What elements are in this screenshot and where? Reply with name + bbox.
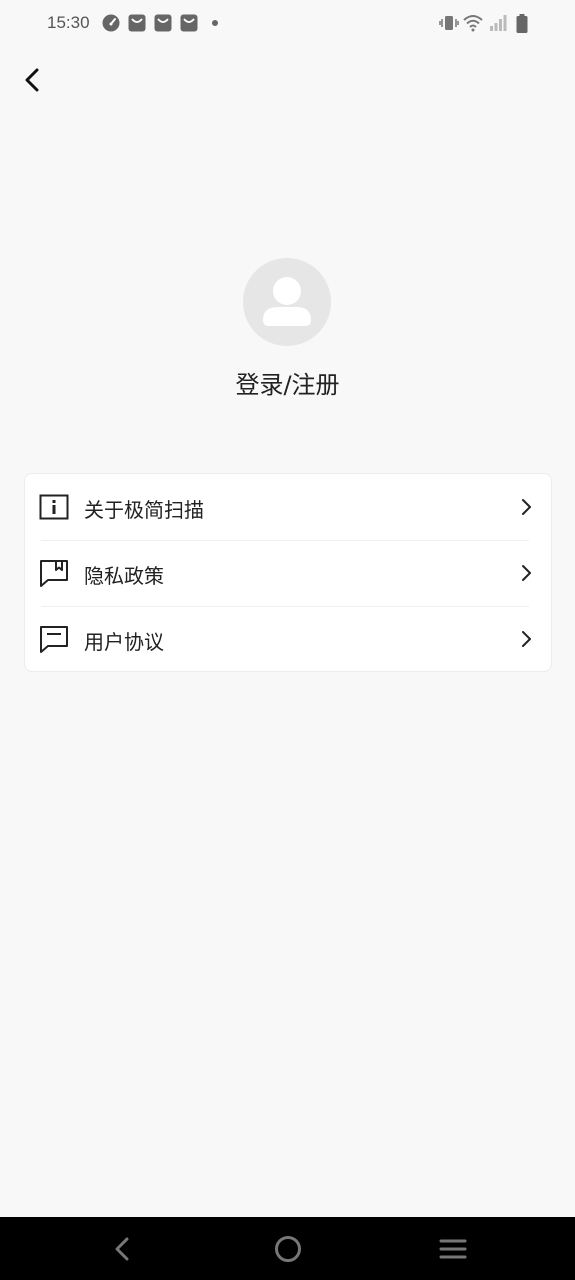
menu-lines-icon [439, 1239, 467, 1259]
vibrate-icon [439, 16, 459, 30]
bag-icon [154, 14, 172, 32]
dot-icon [212, 20, 218, 26]
status-time: 15:30 [47, 13, 90, 32]
speedometer-icon [102, 14, 120, 32]
info-icon [39, 494, 69, 520]
home-circle-icon [275, 1236, 301, 1262]
nav-menu-button[interactable] [435, 1231, 471, 1267]
signal-icon [490, 15, 507, 31]
avatar[interactable] [243, 258, 331, 346]
nav-home-button[interactable] [270, 1231, 306, 1267]
bag-icon [180, 14, 198, 32]
bag-icon [128, 14, 146, 32]
system-nav-bar [0, 1217, 575, 1280]
nav-back-button[interactable] [104, 1231, 140, 1267]
chevron-left-icon [25, 68, 39, 92]
menu-item-user-agreement[interactable]: 用户协议 [25, 606, 551, 672]
menu-item-label: 用户协议 [84, 630, 164, 654]
wifi-icon [463, 15, 483, 32]
flag-icon [40, 626, 68, 653]
menu-item-privacy[interactable]: 隐私政策 [25, 540, 551, 606]
back-triangle-icon [115, 1237, 129, 1261]
status-bar: 15:30 [0, 0, 575, 48]
menu-item-label: 关于极简扫描 [84, 498, 204, 522]
login-register-link[interactable]: 登录/注册 [0, 365, 575, 400]
menu-item-label: 隐私政策 [84, 564, 164, 588]
user-avatar-icon [263, 277, 311, 326]
back-button[interactable] [14, 62, 50, 98]
chevron-right-icon [522, 499, 531, 515]
bookmark-icon [40, 560, 68, 587]
menu-card: 关于极简扫描 隐私政策 用户协议 [24, 473, 552, 672]
battery-icon [516, 14, 528, 33]
chevron-right-icon [522, 631, 531, 647]
menu-item-about[interactable]: 关于极简扫描 [25, 474, 551, 540]
chevron-right-icon [522, 565, 531, 581]
